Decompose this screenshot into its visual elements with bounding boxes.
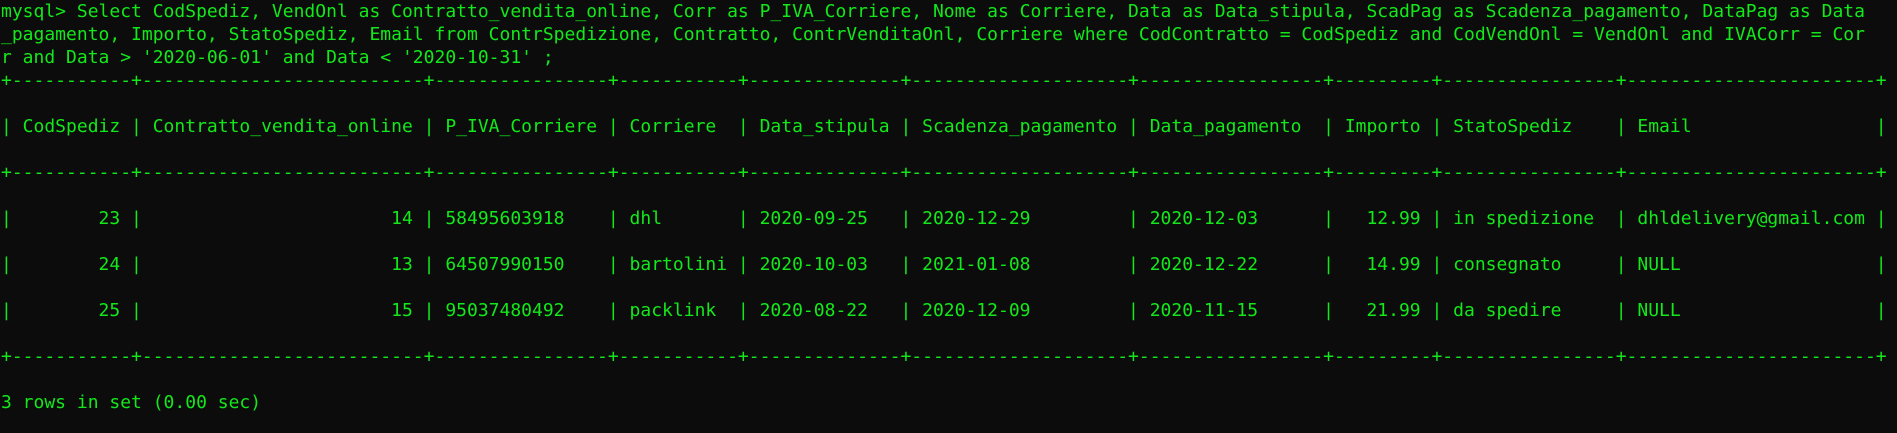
- result-table: +-----------+--------------------------+…: [1, 69, 1897, 368]
- query-line-1: mysql> Select CodSpediz, VendOnl as Cont…: [1, 1, 1865, 22]
- table-header-row: | CodSpediz | Contratto_vendita_online |…: [1, 116, 1887, 137]
- table-separator-bottom: +-----------+--------------------------+…: [1, 346, 1887, 367]
- result-summary: 3 rows in set (0.00 sec): [1, 392, 262, 413]
- table-separator-mid: +-----------+--------------------------+…: [1, 162, 1887, 183]
- terminal-window[interactable]: mysql> Select CodSpediz, VendOnl as Cont…: [0, 0, 1897, 433]
- table-row: | 25 | 15 | 95037480492 | packlink | 202…: [1, 300, 1887, 321]
- table-row: | 23 | 14 | 58495603918 | dhl | 2020-09-…: [1, 208, 1887, 229]
- table-separator-top: +-----------+--------------------------+…: [1, 70, 1887, 91]
- table-row: | 24 | 13 | 64507990150 | bartolini | 20…: [1, 254, 1887, 275]
- query-line-3: r and Data > '2020-06-01' and Data < '20…: [1, 47, 554, 68]
- query-line-2: _pagamento, Importo, StatoSpediz, Email …: [1, 24, 1865, 45]
